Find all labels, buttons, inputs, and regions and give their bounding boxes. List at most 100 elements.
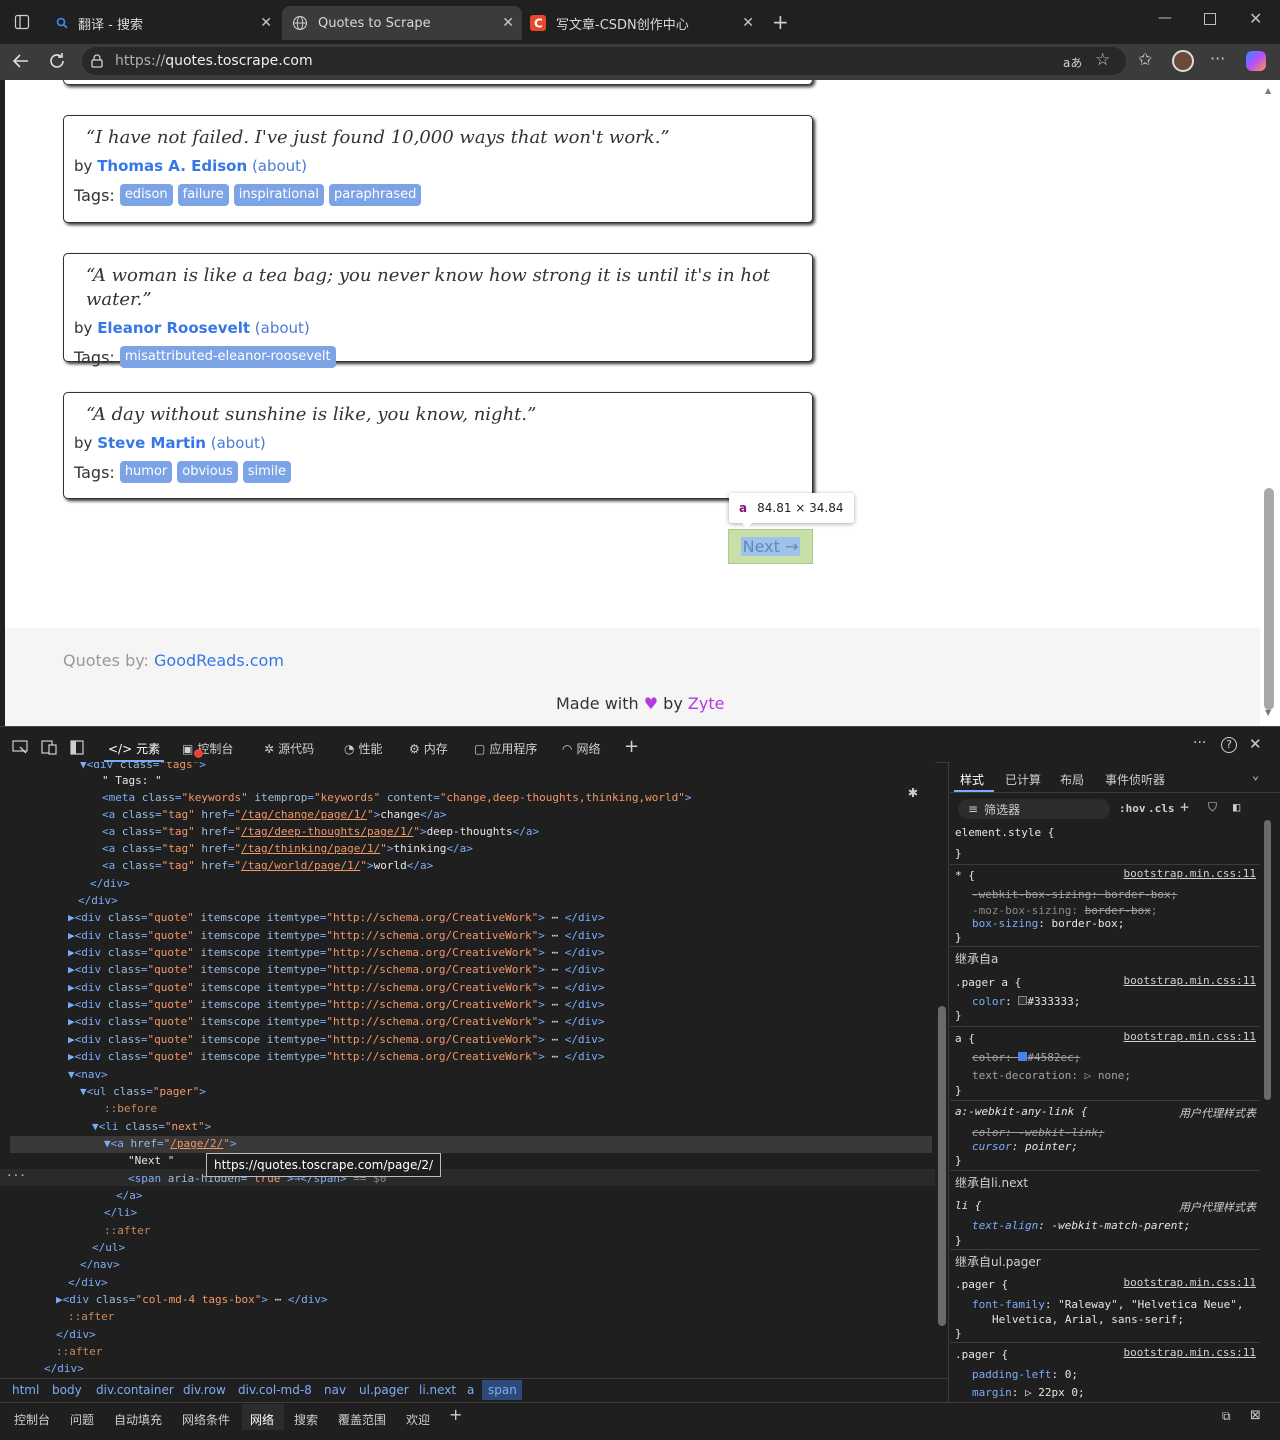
dom-line[interactable]: <a class="tag" href="/tag/world/page/1/"… [102, 857, 433, 874]
dom-line[interactable]: ▼<li class="next"> [92, 1118, 211, 1135]
back-icon[interactable] [12, 52, 30, 70]
next-button[interactable]: Next → [728, 529, 813, 564]
style-rule[interactable]: a { [955, 1030, 975, 1047]
source-link[interactable]: bootstrap.min.css:11 [1124, 1346, 1256, 1359]
dom-line[interactable]: ▼<ul class="pager"> [80, 1083, 206, 1100]
tab-console[interactable]: ▣ 控制台 [182, 740, 233, 757]
source-link[interactable]: bootstrap.min.css:11 [1124, 1276, 1256, 1289]
tag-link[interactable]: obvious [177, 461, 238, 483]
dom-line[interactable]: </ul> [92, 1239, 125, 1256]
breadcrumb-item[interactable]: html [12, 1383, 39, 1397]
tab-network[interactable]: ◠ 网络 [562, 740, 601, 757]
close-drawer-icon[interactable]: ⊠ [1250, 1408, 1261, 1423]
dom-line[interactable]: ::after [68, 1308, 114, 1325]
dom-line[interactable]: "Next " [128, 1152, 174, 1169]
breadcrumb-item[interactable]: body [52, 1383, 82, 1397]
tab-application[interactable]: ▢ 应用程序 [474, 740, 537, 757]
zyte-link[interactable]: Zyte [688, 694, 725, 713]
about-link[interactable]: (about) [252, 157, 307, 175]
style-rule[interactable]: .pager { [955, 1276, 1008, 1293]
breadcrumb-item[interactable]: div.row [183, 1383, 226, 1397]
dom-line[interactable]: ▶<div class="col-md-4 tags-box"> ⋯ </div… [56, 1291, 328, 1308]
style-prop[interactable]: box-sizing: border-box; [972, 915, 1124, 932]
dom-more-icon[interactable]: ··· [6, 1167, 26, 1184]
close-icon[interactable]: ✕ [260, 14, 272, 32]
goodreads-link[interactable]: GoodReads.com [154, 651, 284, 670]
style-prop[interactable]: margin: ▷ 22px 0; [972, 1384, 1085, 1401]
hov-button[interactable]: :hov [1119, 802, 1146, 815]
dom-line[interactable]: <a class="tag" href="/tag/thinking/page/… [102, 840, 473, 857]
style-rule[interactable]: * { [955, 867, 975, 884]
dom-line[interactable]: </a> [116, 1187, 143, 1204]
accessibility-icon[interactable]: ✱ [908, 782, 918, 801]
new-tab-icon[interactable]: + [772, 12, 789, 32]
sidebar-toggle-icon[interactable]: ◧ [1233, 800, 1240, 814]
about-link[interactable]: (about) [211, 434, 266, 452]
tab-csdn[interactable]: C 写文章-CSDN创作中心 ✕ [524, 6, 762, 40]
breadcrumb-item[interactable]: li.next [419, 1383, 456, 1397]
dom-line[interactable]: </nav> [80, 1256, 120, 1273]
styles-filter-input[interactable]: ≡ 筛选器 [958, 799, 1110, 819]
dom-line[interactable]: </div> [44, 1360, 84, 1377]
close-icon[interactable]: ✕ [502, 14, 514, 32]
inspect-icon[interactable] [12, 740, 29, 755]
new-rule-icon[interactable]: + [1180, 798, 1189, 816]
breadcrumb-item[interactable]: nav [324, 1383, 346, 1397]
dom-line[interactable]: </div> [78, 892, 118, 909]
dom-line[interactable]: " Tags: " [102, 772, 162, 789]
source-link[interactable]: bootstrap.min.css:11 [1124, 1030, 1256, 1043]
tab-sources[interactable]: ✲ 源代码 [264, 740, 314, 757]
breadcrumb-item[interactable]: ul.pager [359, 1383, 409, 1397]
undock-drawer-icon[interactable]: ⧉ [1222, 1409, 1231, 1424]
drawer-tab-coverage[interactable]: 覆盖范围 [338, 1411, 386, 1428]
favorite-star-icon[interactable]: ☆ [1095, 50, 1110, 70]
drawer-tab-network-conditions[interactable]: 网络条件 [182, 1411, 230, 1428]
lock-icon[interactable] [91, 54, 103, 68]
dom-line[interactable]: </div> [90, 875, 130, 892]
minimize-icon[interactable]: — [1158, 10, 1172, 26]
more-icon[interactable]: ··· [1210, 49, 1225, 68]
help-icon[interactable]: ? [1221, 737, 1237, 753]
scrollbar-thumb[interactable] [938, 1006, 946, 1326]
breadcrumb-item[interactable]: a [467, 1383, 474, 1397]
url-text[interactable]: https://quotes.toscrape.com [115, 53, 313, 69]
add-drawer-tab-icon[interactable]: + [449, 1405, 462, 1424]
dom-line[interactable]: ::before [104, 1100, 157, 1117]
dom-line[interactable]: </li> [104, 1204, 137, 1221]
scroll-down-icon[interactable]: ▼ [1265, 708, 1271, 717]
drawer-tab-autofill[interactable]: 自动填充 [114, 1411, 162, 1428]
drawer-tab-welcome[interactable]: 欢迎 [406, 1411, 430, 1428]
dom-tree[interactable]: ▼<div class="tags"> " Tags: " <meta clas… [0, 762, 935, 1378]
dock-icon[interactable] [70, 740, 84, 755]
style-prop[interactable]: text-align: -webkit-match-parent; [972, 1217, 1191, 1234]
close-icon[interactable]: ✕ [742, 14, 754, 32]
drawer-tab-console[interactable]: 控制台 [14, 1411, 50, 1428]
tag-link[interactable]: simile [242, 461, 292, 483]
dom-line[interactable]: ▶<div class="quote" itemscope itemtype="… [68, 1048, 605, 1065]
dom-scrollbar[interactable] [938, 770, 946, 1370]
page-scrollbar[interactable]: ▲ ▼ [1260, 80, 1280, 726]
style-rule[interactable]: li { [955, 1197, 982, 1214]
dom-line[interactable]: ▶<div class="quote" itemscope itemtype="… [68, 1031, 605, 1048]
style-prop[interactable]: -webkit-box-sizing: border-box; [972, 886, 1177, 903]
scrollbar-thumb[interactable] [1264, 820, 1271, 1100]
tag-link[interactable]: paraphrased [329, 184, 422, 206]
tab-memory[interactable]: ⚙ 内存 [409, 740, 448, 757]
breadcrumb-item-selected[interactable]: span [488, 1383, 517, 1397]
source-link[interactable]: bootstrap.min.css:11 [1124, 974, 1256, 987]
tag-link[interactable]: humor [119, 461, 173, 483]
tab-quotes[interactable]: Quotes to Scrape ✕ [282, 6, 522, 40]
tag-link[interactable]: inspirational [233, 184, 324, 206]
window-close-icon[interactable]: ✕ [1249, 9, 1262, 28]
dom-line[interactable]: ▶<div class="quote" itemscope itemtype="… [68, 1013, 605, 1030]
more-tabs-icon[interactable]: + [624, 736, 639, 757]
layout-tab[interactable]: 布局 [1060, 771, 1084, 788]
source-link[interactable]: bootstrap.min.css:11 [1124, 867, 1256, 880]
tab-performance[interactable]: ◔ 性能 [344, 740, 383, 757]
tab-actions-icon[interactable] [14, 14, 30, 30]
style-prop[interactable]: cursor: pointer; [972, 1138, 1078, 1155]
dom-line[interactable]: </div> [56, 1326, 96, 1343]
dom-line[interactable]: ▶<div class="quote" itemscope itemtype="… [68, 944, 605, 961]
dom-line[interactable]: <a class="tag" href="/tag/change/page/1/… [102, 806, 446, 823]
tag-link[interactable]: misattributed-eleanor-roosevelt [119, 346, 336, 368]
